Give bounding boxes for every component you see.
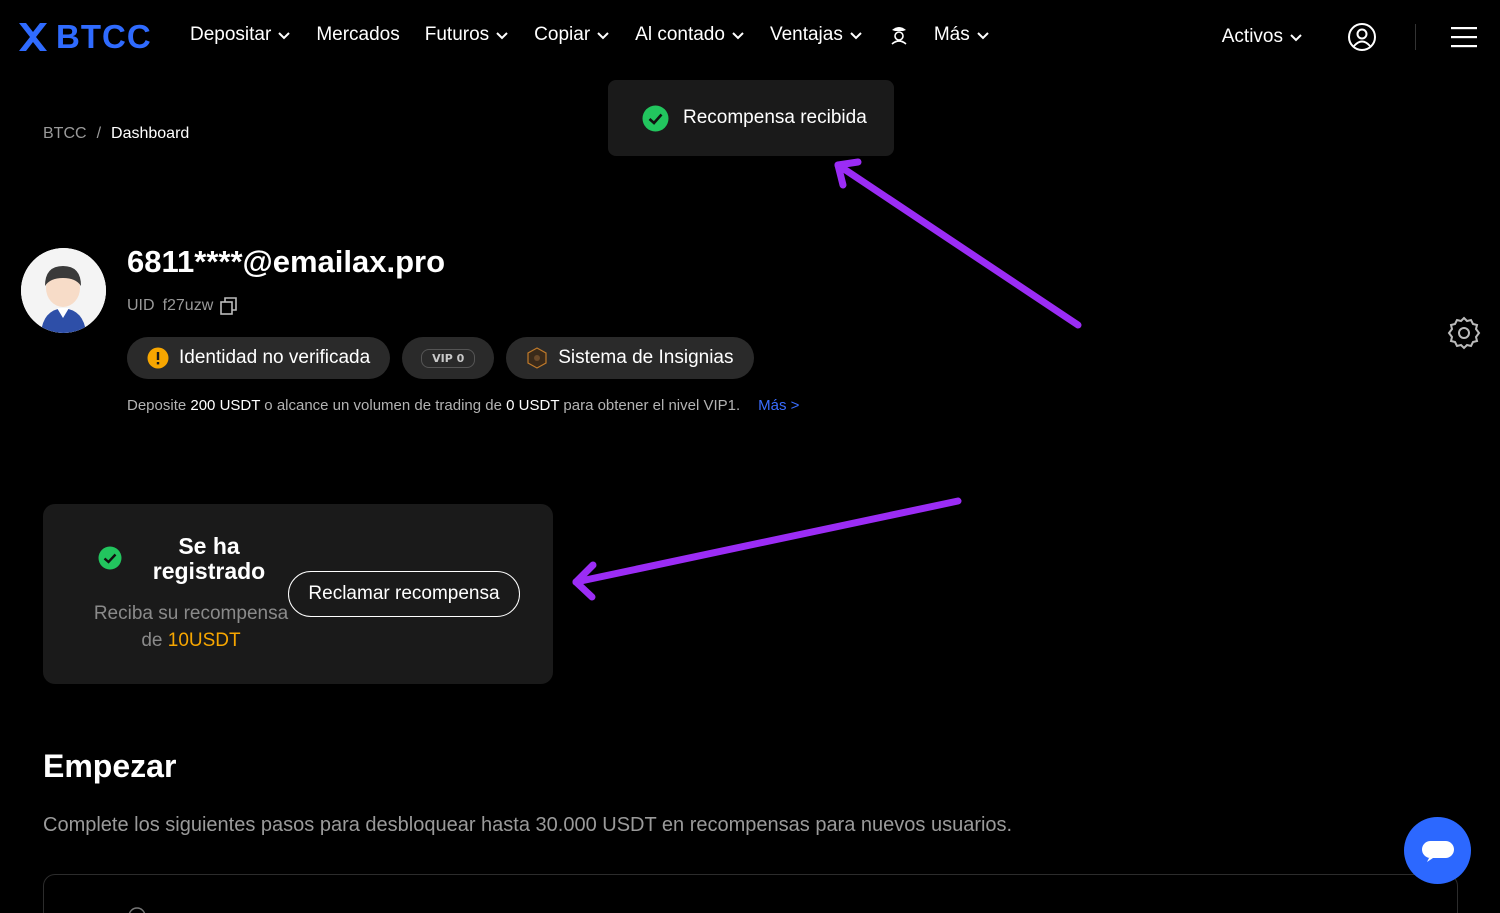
menu-futuros[interactable]: Futuros bbox=[425, 24, 509, 46]
registered-title: Se ha registrado bbox=[152, 533, 266, 584]
menu-label: Ventajas bbox=[769, 24, 843, 45]
btcc-logo[interactable]: BTCC bbox=[16, 18, 152, 56]
reward-description: Reciba su recompensa de 10USDT bbox=[93, 600, 289, 654]
identity-status-badge[interactable]: Identidad no verificada bbox=[127, 337, 391, 379]
chevron-down-icon bbox=[732, 32, 744, 40]
warning-icon bbox=[147, 347, 169, 369]
menu-label: Al contado bbox=[635, 24, 725, 45]
breadcrumb: BTCC / Dashboard bbox=[43, 125, 189, 143]
success-check-icon bbox=[642, 105, 669, 131]
avatar bbox=[21, 248, 106, 333]
note-deposit-amount: 200 USDT bbox=[190, 397, 261, 414]
breadcrumb-root[interactable]: BTCC bbox=[43, 125, 87, 143]
start-section-title: Empezar bbox=[43, 748, 177, 784]
more-link[interactable]: Más > bbox=[758, 397, 799, 414]
menu-label: Más bbox=[933, 24, 970, 45]
activos-label: Activos bbox=[1221, 26, 1283, 47]
toast-message: Recompensa recibida bbox=[683, 107, 867, 128]
menu-mas[interactable]: Más bbox=[934, 24, 990, 46]
note-text: Deposite bbox=[127, 397, 191, 414]
note-text: o alcance un volumen de trading de bbox=[260, 397, 507, 414]
vip-upgrade-note: Deposite 200 USDT o alcance un volumen d… bbox=[127, 397, 799, 414]
copy-icon[interactable] bbox=[219, 296, 239, 316]
claim-reward-button[interactable]: Reclamar recompensa bbox=[288, 571, 520, 617]
chevron-down-icon bbox=[597, 32, 609, 40]
menu-mercados[interactable]: Mercados bbox=[316, 24, 399, 46]
settings-gear-icon[interactable] bbox=[1446, 315, 1482, 351]
arrow-to-claim-button bbox=[572, 497, 962, 601]
chevron-down-icon bbox=[1290, 34, 1302, 42]
vip-level-label: VIP 0 bbox=[421, 348, 476, 368]
menu-copiar[interactable]: Copiar bbox=[534, 24, 610, 46]
uid-label: UID bbox=[127, 297, 155, 314]
avatar-illustration bbox=[21, 248, 106, 333]
chevron-down-icon bbox=[850, 32, 862, 40]
identity-status-label: Identidad no verificada bbox=[179, 347, 371, 368]
registration-reward-card: Se ha registrado Reciba su recompensa de… bbox=[43, 504, 553, 684]
activos-menu[interactable]: Activos bbox=[1222, 26, 1303, 48]
start-section-subtitle: Complete los siguientes pasos para desbl… bbox=[43, 814, 1013, 836]
user-email: 6811****@emailax.pro bbox=[127, 244, 446, 279]
mascot-icon[interactable] bbox=[888, 24, 910, 46]
chevron-down-icon bbox=[977, 32, 989, 40]
right-nav: Activos bbox=[1222, 22, 1478, 52]
vip-level-badge[interactable]: VIP 0 bbox=[402, 337, 495, 379]
main-menu: Depositar Mercados Futuros Copiar Al con… bbox=[190, 24, 1015, 46]
badge-system-label: Sistema de Insignias bbox=[558, 347, 734, 368]
note-volume-amount: 0 USDT bbox=[506, 397, 560, 414]
badge-system-button[interactable]: Sistema de Insignias bbox=[506, 337, 754, 379]
arrow-to-toast bbox=[834, 158, 1082, 329]
chevron-down-icon bbox=[496, 32, 508, 40]
btcc-logo-icon bbox=[19, 23, 47, 51]
uid-row: UID f27uzw bbox=[127, 296, 239, 316]
completed-check-icon bbox=[98, 546, 122, 570]
reward-amount: 10USDT bbox=[167, 630, 241, 651]
menu-label: Copiar bbox=[534, 24, 591, 45]
nav-divider bbox=[1415, 24, 1416, 50]
note-text: para obtener el nivel VIP1. bbox=[559, 397, 741, 414]
menu-label: Depositar bbox=[190, 24, 272, 45]
menu-ventajas[interactable]: Ventajas bbox=[770, 24, 863, 46]
menu-al-contado[interactable]: Al contado bbox=[635, 24, 745, 46]
breadcrumb-current: Dashboard bbox=[111, 125, 190, 142]
step-icon bbox=[128, 907, 146, 913]
support-chat-button[interactable] bbox=[1404, 817, 1471, 884]
hamburger-menu-icon[interactable] bbox=[1450, 25, 1478, 49]
top-navbar: BTCC Depositar Mercados Futuros Copiar A… bbox=[0, 0, 1500, 76]
status-pills: Identidad no verificada VIP 0 Sistema de… bbox=[127, 337, 754, 379]
logo-text: BTCC bbox=[56, 18, 152, 55]
user-account-icon[interactable] bbox=[1347, 22, 1377, 52]
steps-panel bbox=[43, 874, 1458, 913]
chevron-down-icon bbox=[278, 32, 291, 40]
badge-hexagon-icon bbox=[527, 347, 547, 369]
breadcrumb-separator: / bbox=[96, 125, 102, 142]
chat-bubble-icon bbox=[1421, 840, 1454, 862]
menu-label: Mercados bbox=[316, 24, 400, 45]
success-toast: Recompensa recibida bbox=[608, 80, 894, 156]
menu-depositar[interactable]: Depositar bbox=[190, 24, 291, 46]
uid-value: f27uzw bbox=[162, 297, 214, 314]
menu-label: Futuros bbox=[424, 24, 490, 45]
